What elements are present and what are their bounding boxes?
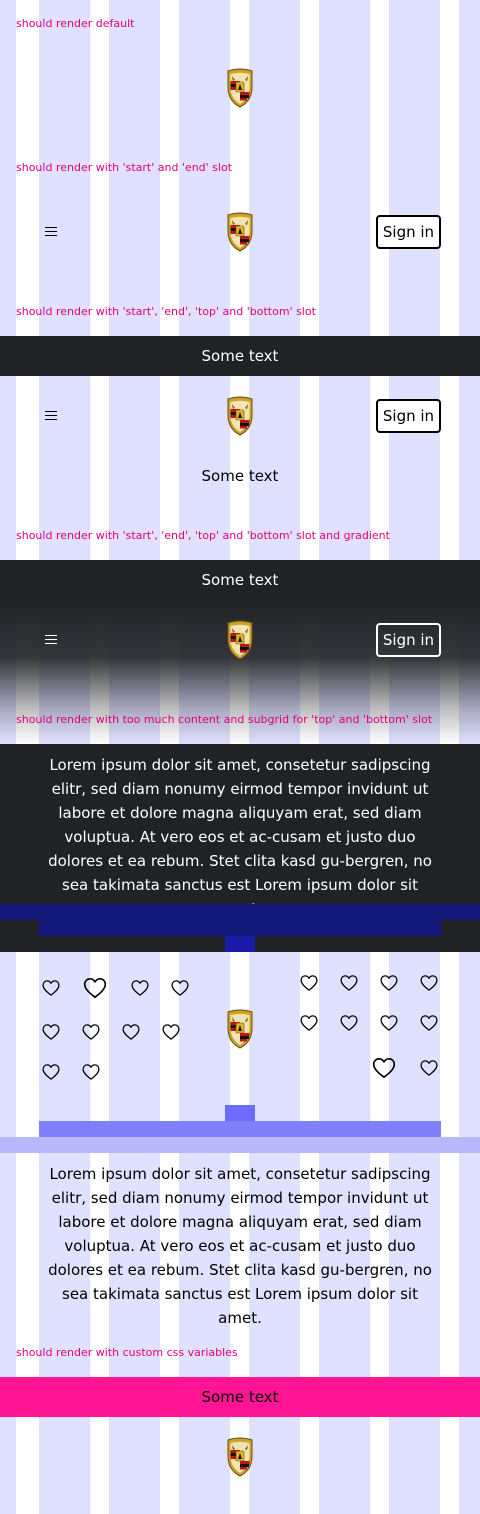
sign-in-button[interactable]: Sign in — [376, 215, 441, 249]
hamburger-menu-icon[interactable] — [45, 226, 58, 237]
heart-icon — [41, 1062, 61, 1082]
bottom-slot-text: Some text — [201, 467, 279, 485]
subgrid-row-full — [0, 1137, 480, 1153]
section-label-subgrid: should render with too much content and … — [16, 713, 433, 726]
heart-icon — [130, 978, 150, 998]
subgrid-row-full — [0, 904, 480, 920]
heart-icon — [41, 978, 61, 998]
subgrid-row-center — [225, 936, 255, 952]
top-slot-bar: Some text — [0, 1377, 480, 1417]
section-label-custom-css: should render with custom css variables — [16, 1346, 238, 1359]
heart-icon — [299, 1013, 319, 1033]
porsche-crest-icon[interactable] — [225, 620, 255, 660]
porsche-crest-icon[interactable] — [225, 396, 255, 436]
heart-icon — [379, 973, 399, 993]
porsche-crest-icon[interactable] — [225, 68, 255, 108]
top-slot-paragraph: Lorem ipsum dolor sit amet, consetetur s… — [48, 756, 432, 918]
heart-icon — [419, 1058, 439, 1078]
subgrid-row-content — [39, 920, 441, 936]
heart-icon — [419, 973, 439, 993]
sign-in-button[interactable]: Sign in — [376, 399, 441, 433]
sign-in-button[interactable]: Sign in — [376, 623, 441, 657]
porsche-crest-icon[interactable] — [225, 1437, 255, 1477]
top-slot-bar: Some text — [0, 336, 480, 376]
hamburger-menu-icon[interactable] — [45, 410, 58, 421]
porsche-crest-icon[interactable] — [225, 212, 255, 252]
porsche-crest-icon[interactable] — [225, 1009, 255, 1049]
section-label-gradient: should render with 'start', 'end', 'top'… — [16, 529, 390, 542]
heart-icon — [339, 973, 359, 993]
top-slot-bar: Some text — [0, 560, 480, 600]
heart-icon — [339, 1013, 359, 1033]
heart-icon — [81, 1062, 101, 1082]
subgrid-row-content — [39, 1121, 441, 1137]
heart-icon — [161, 1022, 181, 1042]
heart-icon — [121, 1022, 141, 1042]
section-label-default: should render default — [16, 17, 135, 30]
heart-icon — [299, 973, 319, 993]
heart-icon — [170, 978, 190, 998]
bottom-slot-paragraph: Lorem ipsum dolor sit amet, consetetur s… — [48, 1165, 432, 1327]
section-label-start-end: should render with 'start' and 'end' slo… — [16, 161, 233, 174]
heart-icon — [379, 1013, 399, 1033]
section-label-four-slots: should render with 'start', 'end', 'top'… — [16, 305, 316, 318]
heart-icon — [41, 1022, 61, 1042]
hamburger-menu-icon[interactable] — [45, 634, 58, 645]
subgrid-row-center — [225, 1105, 255, 1121]
heart-icon — [81, 1022, 101, 1042]
heart-icon — [371, 1055, 397, 1081]
heart-icon — [82, 975, 108, 1001]
heart-icon — [419, 1013, 439, 1033]
